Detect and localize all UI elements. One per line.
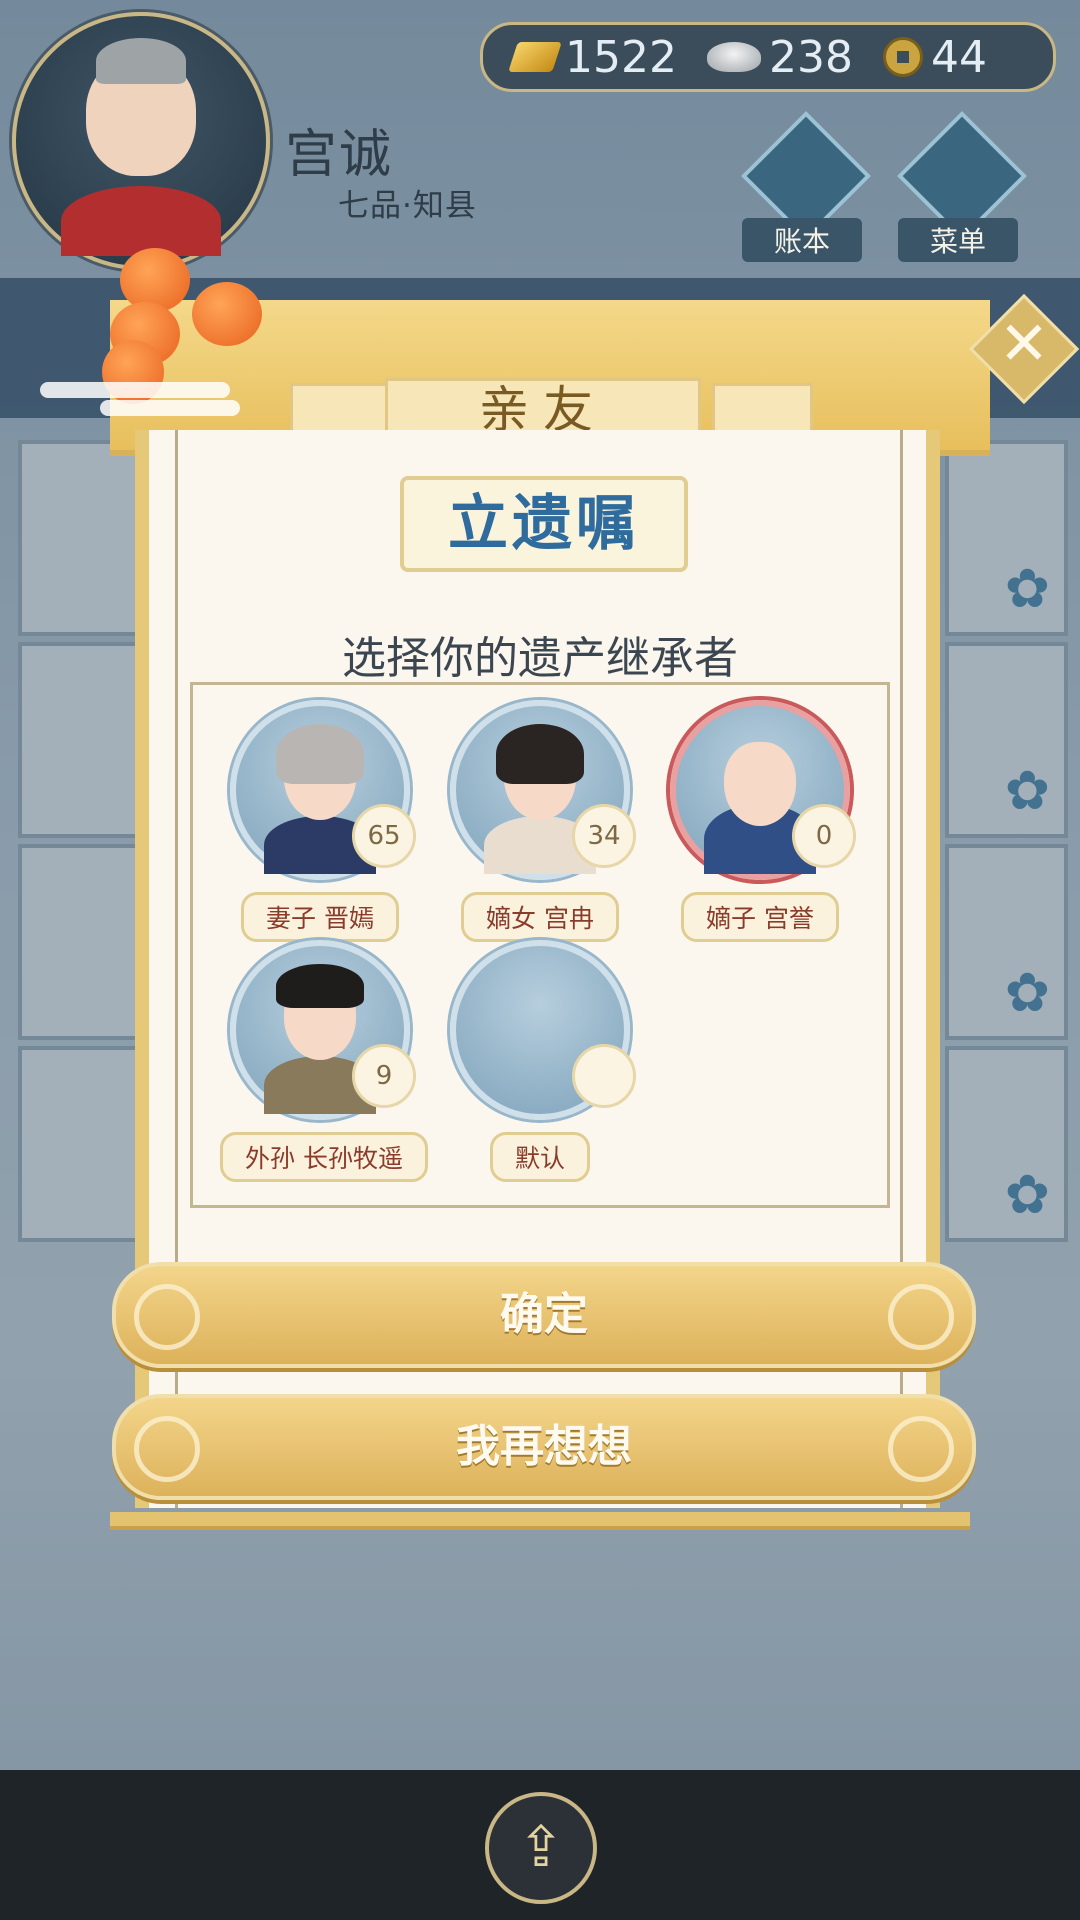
- menu-button[interactable]: 菜单: [896, 110, 1028, 262]
- heir-name-label: 妻子 晋嫣: [241, 892, 399, 942]
- heir-name-label: 嫡子 宫誉: [681, 892, 839, 942]
- player-name: 宫诚: [285, 125, 394, 185]
- heir-option-daughter[interactable]: 34 嫡女 宫冉: [440, 700, 640, 942]
- portrait-hair: [496, 724, 584, 784]
- ledger-label: 账本: [742, 218, 862, 262]
- heir-age-badge: 0: [792, 804, 856, 868]
- cloud-decoration: [100, 400, 240, 416]
- avatar-robe: [61, 186, 221, 256]
- dialog-subtitle: 选择你的遗产继承者: [342, 633, 738, 684]
- heir-name-label: 外孙 长孙牧遥: [220, 1132, 428, 1182]
- heir-age-badge: 9: [352, 1044, 416, 1108]
- heir-age-badge: 34: [572, 804, 636, 868]
- reconsider-label: 我再想想: [456, 1421, 632, 1472]
- swirl-decoration: [888, 1284, 954, 1350]
- dialog-title: 立遗嘱: [400, 476, 688, 572]
- swirl-decoration: [888, 1416, 954, 1482]
- tab-decoration: [712, 383, 813, 437]
- tab-decoration: [290, 383, 391, 437]
- menu-label: 菜单: [898, 218, 1018, 262]
- portrait-face: [724, 742, 796, 826]
- heir-portrait: 65: [230, 700, 416, 880]
- portrait-hair: [276, 724, 364, 784]
- persimmon-decoration: [192, 282, 262, 346]
- heir-option-wife[interactable]: 65 妻子 晋嫣: [220, 700, 420, 942]
- silver-ingot-icon: [706, 42, 761, 72]
- dialog-bottom-rod: [110, 1512, 970, 1530]
- avatar-hair: [96, 38, 186, 84]
- copper-coin-icon: [882, 37, 923, 77]
- player-avatar[interactable]: [12, 12, 270, 270]
- heir-portrait-empty: [450, 940, 636, 1120]
- heir-option-grandson[interactable]: 9 外孙 长孙牧遥: [220, 940, 428, 1182]
- share-icon: ⇪: [517, 1815, 565, 1880]
- gold-ingot-icon: [508, 42, 562, 72]
- swirl-decoration: [134, 1416, 200, 1482]
- heir-age-badge: [572, 1044, 636, 1108]
- heir-option-default[interactable]: 默认: [440, 940, 640, 1182]
- heir-portrait: 34: [450, 700, 636, 880]
- gold-amount: 1522: [565, 31, 677, 83]
- silver-amount: 238: [768, 31, 853, 83]
- currency-bar: 1522 238 44: [480, 22, 1056, 92]
- heir-age-badge: 65: [352, 804, 416, 868]
- ledger-button[interactable]: 账本: [740, 110, 872, 262]
- close-icon[interactable]: ✕: [985, 305, 1063, 383]
- coin-amount: 44: [930, 31, 987, 83]
- heir-name-label: 嫡女 宫冉: [461, 892, 619, 942]
- confirm-button[interactable]: 确定: [112, 1262, 976, 1368]
- heir-portrait-selected: 0: [670, 700, 856, 880]
- portrait-hair: [276, 964, 364, 1008]
- share-button[interactable]: ⇪: [485, 1792, 597, 1904]
- heir-option-son[interactable]: 0 嫡子 宫誉: [660, 700, 860, 942]
- confirm-label: 确定: [500, 1289, 588, 1340]
- player-rank: 七品·知县: [338, 188, 477, 224]
- reconsider-button[interactable]: 我再想想: [112, 1394, 976, 1500]
- heir-name-label: 默认: [489, 1132, 590, 1182]
- swirl-decoration: [134, 1284, 200, 1350]
- heir-portrait: 9: [230, 940, 416, 1120]
- cloud-decoration: [40, 382, 230, 398]
